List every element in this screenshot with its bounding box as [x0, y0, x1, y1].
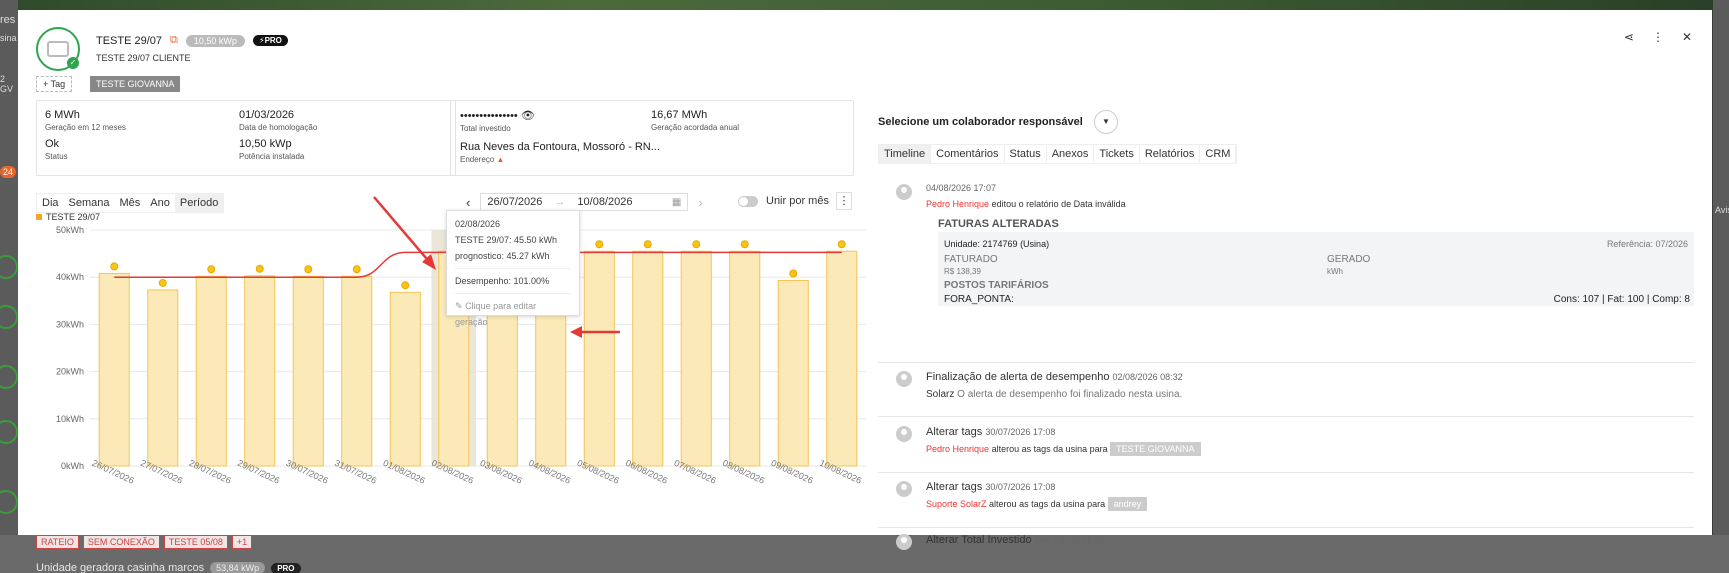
entry-user[interactable]: Pedro Henrique — [926, 199, 989, 209]
background-unit-pro: PRO — [271, 562, 301, 573]
background-status-icon — [0, 420, 18, 444]
avatar — [896, 481, 912, 497]
background-unit-row[interactable]: Unidade geradora casinha marcos 53,84 kW… — [36, 562, 301, 573]
avatar — [896, 534, 912, 550]
entry-user[interactable]: Pedro Henrique — [926, 444, 989, 454]
entry-user[interactable]: Solarz — [926, 389, 954, 400]
tab-tickets[interactable]: Tickets — [1094, 145, 1140, 163]
background-badge: 24 — [0, 166, 17, 178]
annotation-arrows — [373, 196, 620, 338]
share-icon[interactable]: ⋖ — [1624, 30, 1634, 44]
background-tag: TESTE 05/08 — [163, 535, 228, 549]
invoices-box: Unidade: 2174769 (Usina) Referência: 07/… — [938, 232, 1694, 306]
consumption-values: Cons: 107 | Fat: 100 | Comp: 8 — [1553, 294, 1690, 305]
avatar — [896, 426, 912, 442]
entry-text: Pedro Henrique editou o relatório de Dat… — [926, 199, 1126, 209]
faturado-label: FATURADO — [944, 254, 998, 265]
fora-ponta-label: FORA_PONTA: — [944, 294, 1014, 305]
gerado-label: GERADO — [1327, 254, 1371, 265]
divider — [878, 472, 1694, 473]
background-left-strip: res sina 2 GV 24 — [0, 0, 18, 573]
entry-text: Solarz O alerta de desempenho foi finali… — [926, 389, 1182, 400]
faturado-value: R$ 138,39 — [944, 267, 981, 276]
gerado-value: kWh — [1327, 267, 1343, 276]
close-icon[interactable]: ✕ — [1682, 30, 1692, 44]
background-text: Avis — [1715, 205, 1729, 215]
annotation-arrow — [373, 196, 433, 266]
background-text: res — [0, 14, 16, 26]
entry-title-row: Alterar Total Investido 30/07/2026 09:58 — [926, 534, 1105, 546]
invoices-title: FATURAS ALTERADAS — [938, 218, 1059, 230]
entry-tag-chip: andrey — [1107, 497, 1148, 511]
background-status-icon — [0, 305, 18, 329]
avatar — [896, 184, 912, 200]
background-status-icon — [0, 365, 18, 389]
background-text: sina — [0, 33, 17, 43]
entry-title: Alterar tags — [926, 426, 983, 438]
entry-title: Alterar tags — [926, 481, 983, 493]
avatar — [896, 371, 912, 387]
tab-relatorios[interactable]: Relatórios — [1140, 145, 1201, 163]
background-tag: RATEIO — [36, 535, 79, 549]
divider — [878, 416, 1694, 417]
entry-date: 04/08/2026 17:07 — [926, 183, 997, 193]
entry-text: Suporte SolarZ alterou as tags da usina … — [926, 497, 1148, 511]
collaborator-title: Selecione um colaborador responsável — [878, 116, 1083, 128]
entry-title-row: Alterar tags 30/07/2026 17:08 — [926, 481, 1055, 493]
entry-title-row: Alterar tags 30/07/2026 17:08 — [926, 426, 1055, 438]
entry-action: editou o relatório de Data inválida — [991, 199, 1126, 209]
tab-comentarios[interactable]: Comentários — [931, 145, 1005, 163]
reference-label: Referência: 07/2026 — [1606, 239, 1688, 249]
entry-action: O alerta de desempenho foi finalizado ne… — [957, 389, 1183, 400]
entry-action: alterou as tags da usina para — [989, 499, 1106, 509]
entry-text: Pedro Henrique alterou as tags da usina … — [926, 442, 1201, 456]
background-unit-list: RATEIO SEM CONEXÃO TESTE 05/08 +1 Unidad… — [0, 535, 1729, 573]
entry-date: 30/07/2026 17:08 — [985, 427, 1056, 437]
unit-label: Unidade: 2174769 (Usina) — [944, 239, 1050, 249]
postos-label: POSTOS TARIFÁRIOS — [944, 280, 1049, 291]
entry-date: 30/07/2026 17:08 — [985, 482, 1056, 492]
background-tag: SEM CONEXÃO — [82, 535, 160, 549]
entry-title-row: Finalização de alerta de desempenho 02/0… — [926, 371, 1183, 383]
more-vertical-icon[interactable]: ⋮ — [1652, 30, 1664, 44]
background-unit-power: 53,84 kWp — [210, 562, 266, 573]
divider — [878, 362, 1694, 363]
background-banner — [0, 0, 1729, 10]
tab-anexos[interactable]: Anexos — [1047, 145, 1095, 163]
entry-user[interactable]: Suporte SolarZ — [926, 499, 987, 509]
entry-date: 30/07/2026 09:58 — [1034, 535, 1105, 545]
header-actions: ⋖ ⋮ ✕ — [1624, 30, 1692, 44]
tab-timeline[interactable]: Timeline — [879, 145, 932, 163]
divider — [878, 527, 1694, 528]
background-tags: RATEIO SEM CONEXÃO TESTE 05/08 +1 — [36, 535, 253, 549]
background-status-icon — [0, 490, 18, 514]
collaborator-dropdown-icon[interactable]: ▼ — [1094, 110, 1118, 134]
background-tag: +1 — [231, 535, 253, 549]
background-right-strip: Avis — [1713, 0, 1729, 573]
entry-title: Finalização de alerta de desempenho — [926, 371, 1110, 383]
entry-action: alterou as tags da usina para — [991, 444, 1108, 454]
plant-detail-modal: ✓ TESTE 29/07 ⧉ 10,50 kWp ⚡PRO TESTE 29/… — [18, 10, 1712, 550]
detail-tabs: Timeline Comentários Status Anexos Ticke… — [878, 144, 1238, 164]
entry-title: Alterar Total Investido — [926, 534, 1032, 546]
entry-date: 02/08/2026 08:32 — [1112, 372, 1183, 382]
tab-status[interactable]: Status — [1005, 145, 1047, 163]
entry-tag-chip: TESTE GIOVANNA — [1110, 442, 1201, 456]
background-text: 2 GV — [0, 74, 14, 94]
tab-crm[interactable]: CRM — [1200, 145, 1237, 163]
annotation-arrowhead — [570, 326, 582, 338]
background-unit-name: Unidade geradora casinha marcos — [36, 562, 205, 573]
background-status-icon — [0, 255, 18, 279]
